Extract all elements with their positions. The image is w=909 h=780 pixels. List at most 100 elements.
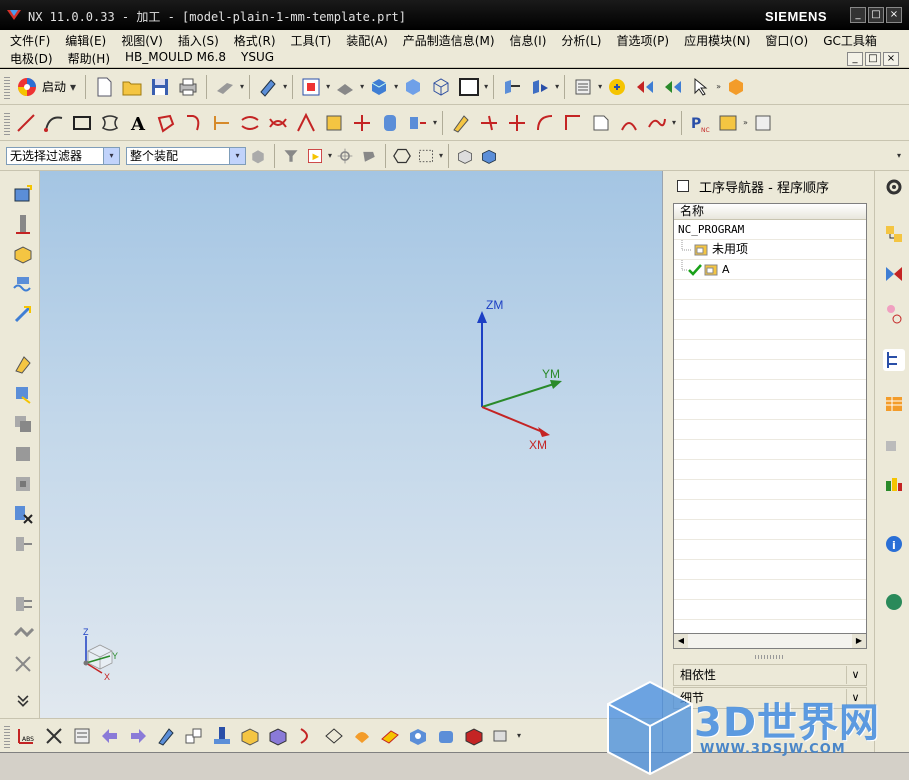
curve-length-icon[interactable] — [590, 112, 612, 134]
stretch-curve-icon[interactable] — [618, 112, 640, 134]
project-curve-icon[interactable] — [211, 112, 233, 134]
cut-tool-icon[interactable] — [214, 76, 236, 98]
create-geometry-icon[interactable] — [12, 243, 34, 265]
wcs-origin-icon[interactable] — [501, 76, 523, 98]
delete-object-icon[interactable] — [12, 503, 34, 525]
dropdown-arrow-icon[interactable]: ▾ — [439, 151, 443, 160]
operation-navigator-tab-icon[interactable] — [883, 349, 905, 371]
select-cursor-icon[interactable] — [690, 76, 712, 98]
chevron-down-icon[interactable] — [14, 691, 32, 709]
paste-object-icon[interactable] — [12, 443, 34, 465]
save-icon[interactable] — [149, 76, 171, 98]
hexagon-select-icon[interactable] — [393, 147, 411, 165]
chevron-down-icon[interactable]: ∨ — [846, 689, 864, 707]
abs-coordinate-icon[interactable]: ABS — [15, 725, 37, 747]
menu-item[interactable]: 窗口(O) — [765, 32, 808, 50]
menu-item[interactable]: 格式(R) — [234, 32, 276, 50]
menu-item[interactable]: 编辑(E) — [65, 32, 106, 50]
post-icon[interactable] — [12, 653, 34, 675]
dropdown-arrow-icon[interactable]: ▾ — [555, 82, 559, 91]
shell-icon[interactable] — [351, 725, 373, 747]
wireframe-cube-icon[interactable] — [430, 76, 452, 98]
minimize-button[interactable]: _ — [850, 7, 866, 23]
menu-item[interactable]: 视图(V) — [121, 32, 163, 50]
dropdown-arrow-icon[interactable]: ▾ — [394, 82, 398, 91]
layer-settings-icon[interactable] — [572, 76, 594, 98]
feature-options-icon[interactable] — [725, 76, 747, 98]
shop-documentation-icon[interactable] — [717, 112, 739, 134]
open-folder-icon[interactable] — [121, 76, 143, 98]
column-header-name[interactable]: 名称 — [674, 204, 866, 220]
mdi-minimize-button[interactable]: _ — [847, 52, 863, 66]
cube-outline-icon[interactable] — [267, 725, 289, 747]
pin-checkbox[interactable] — [677, 180, 689, 192]
dropdown-arrow-icon[interactable]: ▾ — [326, 82, 330, 91]
extract-curve-icon[interactable] — [323, 112, 345, 134]
extrude-icon[interactable] — [211, 725, 233, 747]
edit-object-icon[interactable] — [12, 353, 34, 375]
generate-icon[interactable] — [12, 533, 34, 555]
dropdown-arrow-icon[interactable]: ▾ — [484, 82, 488, 91]
smooth-curve-icon[interactable] — [646, 112, 668, 134]
box-select-icon[interactable] — [417, 147, 435, 165]
wcs-dynamic-icon[interactable] — [529, 76, 551, 98]
navigator-tree[interactable]: 名称 NC_PROGRAM 未用项 A — [673, 203, 867, 649]
dropdown-arrow-icon[interactable]: ▾ — [672, 118, 676, 127]
chevron-down-icon[interactable]: ▾ — [897, 151, 901, 160]
section-curve-icon[interactable] — [351, 112, 373, 134]
arrow-right-icon[interactable] — [127, 725, 149, 747]
tool-filter-icon[interactable] — [360, 147, 378, 165]
background-color-icon[interactable] — [458, 76, 480, 98]
corner-icon[interactable] — [562, 112, 584, 134]
boolean-icon[interactable] — [491, 725, 513, 747]
hole-icon[interactable] — [407, 725, 429, 747]
datum-plane-icon[interactable] — [71, 725, 93, 747]
info-icon[interactable]: i — [883, 533, 905, 555]
tree-row-nc-program[interactable]: NC_PROGRAM — [674, 220, 866, 240]
dropdown-arrow-icon[interactable]: ▾ — [517, 731, 521, 740]
polygon-icon[interactable] — [99, 112, 121, 134]
trim-curve-icon[interactable] — [478, 112, 500, 134]
solid-cube-icon[interactable] — [402, 76, 424, 98]
splitter-handle[interactable] — [755, 655, 785, 659]
cut-object-icon[interactable] — [12, 383, 34, 405]
snap-point-icon[interactable] — [306, 147, 324, 165]
stack-blocks-icon[interactable] — [183, 725, 205, 747]
type-filter-select[interactable]: 无选择过滤器 ▾ — [6, 146, 120, 165]
create-program-icon[interactable] — [12, 183, 34, 205]
post-process-icon[interactable]: P NC — [689, 112, 711, 134]
chevron-down-icon[interactable]: ▾ — [229, 147, 245, 164]
dropdown-arrow-icon[interactable]: ▾ — [283, 82, 287, 91]
edit-curve-icon[interactable] — [450, 112, 472, 134]
create-operation-icon[interactable] — [12, 303, 34, 325]
menu-item[interactable]: 电极(D) — [10, 50, 53, 68]
block-icon[interactable] — [239, 725, 261, 747]
fit-view-icon[interactable] — [300, 76, 322, 98]
red-cube-icon[interactable] — [463, 725, 485, 747]
toolbar-grip[interactable] — [4, 110, 10, 135]
part-navigator-icon[interactable] — [883, 303, 905, 325]
create-method-icon[interactable] — [12, 273, 34, 295]
menu-item[interactable]: 信息(I) — [510, 32, 547, 50]
graphics-viewport[interactable]: ZM YM XM Z Y X — [40, 171, 662, 718]
render-style-icon[interactable] — [334, 76, 356, 98]
reuse-library-icon[interactable] — [883, 433, 905, 455]
close-button[interactable]: × — [886, 7, 902, 23]
toolbar-overflow[interactable]: » — [716, 82, 721, 91]
csys-icon[interactable] — [43, 725, 65, 747]
toolbar-grip[interactable] — [4, 723, 10, 748]
toolbar-grip[interactable] — [4, 74, 10, 99]
print-icon[interactable] — [177, 76, 199, 98]
divide-curve-icon[interactable] — [506, 112, 528, 134]
details-section[interactable]: 细节 ∨ — [673, 687, 867, 709]
machine-tool-navigator-icon[interactable] — [883, 393, 905, 415]
scroll-left-icon[interactable]: ◀ — [674, 634, 688, 648]
menu-item[interactable]: 帮助(H) — [68, 50, 110, 68]
chevron-down-icon[interactable]: ∨ — [846, 666, 864, 684]
chamfer-icon[interactable] — [379, 725, 401, 747]
verify-icon[interactable] — [12, 623, 34, 645]
isoparametric-icon[interactable] — [295, 112, 317, 134]
menu-item[interactable]: 首选项(P) — [616, 32, 669, 50]
dependencies-section[interactable]: 相依性 ∨ — [673, 664, 867, 686]
new-file-icon[interactable] — [93, 76, 115, 98]
